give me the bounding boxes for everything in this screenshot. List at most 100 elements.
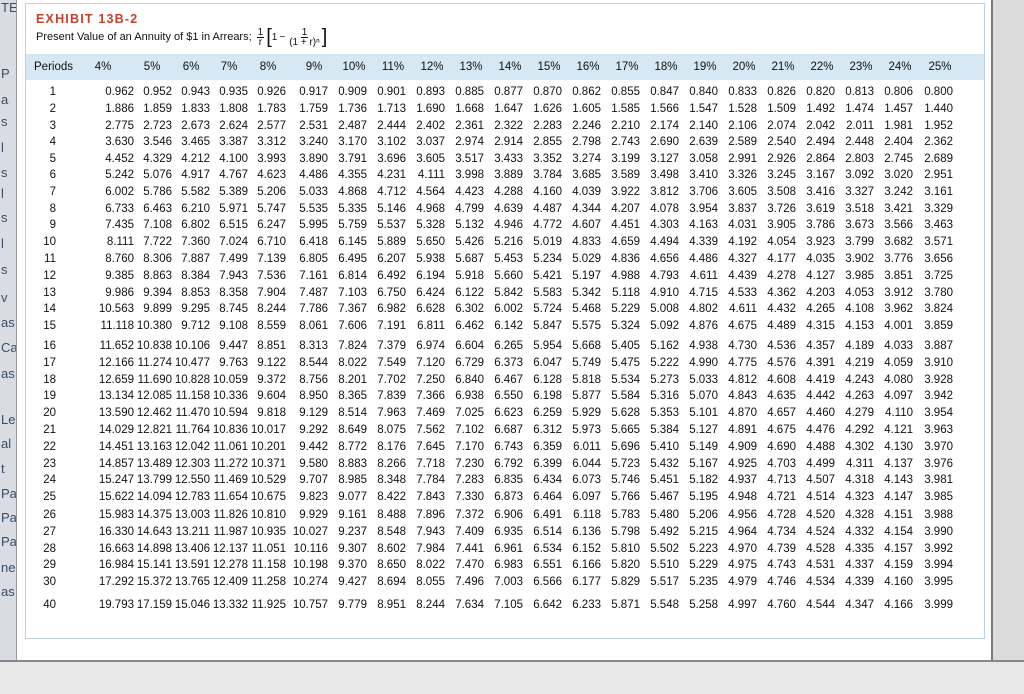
table-cell: 0.847: [650, 86, 679, 98]
rate-header-8pct: 8%: [259, 61, 277, 73]
table-cell: 3.630: [105, 136, 134, 149]
table-cell: 10.828: [174, 373, 210, 386]
table-cell: 0.893: [416, 86, 445, 98]
table-cell: 4.975: [728, 559, 757, 572]
table-cell: 4.937: [728, 474, 757, 487]
exhibit-number: EXHIBIT 13B-2: [36, 12, 139, 26]
formula-numerator: 1: [256, 26, 265, 38]
table-cell: 4.460: [806, 407, 835, 420]
table-cell: 3.274: [572, 153, 601, 166]
table-cell: 3.928: [924, 373, 953, 386]
table-cell: 8.772: [338, 440, 367, 453]
table-cell: 2.011: [846, 119, 874, 132]
table-cell: 4.108: [845, 303, 874, 316]
table-cell: 3.776: [884, 253, 913, 265]
table-cell: 10.594: [212, 407, 248, 420]
table-cell: 0.806: [884, 86, 913, 98]
table-cell: 7.366: [416, 390, 445, 403]
table-cell: 9.447: [219, 340, 248, 352]
table-cell: 3.725: [924, 269, 953, 282]
table-cell: 12.783: [174, 491, 210, 504]
table-cell: 4.487: [533, 202, 562, 215]
table-cell: 2.745: [884, 153, 913, 166]
table-cell: 4.292: [845, 424, 874, 436]
table-cell: 5.786: [143, 185, 172, 198]
table-cell: 11.274: [137, 356, 172, 369]
table-cell: 15.046: [174, 599, 210, 611]
table-cell: 5.766: [611, 491, 640, 504]
table-cell: 0.943: [181, 86, 210, 98]
table-cell: 5.146: [377, 202, 406, 215]
table-cell: 11.118: [100, 320, 134, 333]
table-cell: 4.159: [884, 559, 913, 572]
table-cell: 13.134: [98, 390, 134, 403]
table-cell: 16.663: [98, 542, 134, 555]
table-cell: 11.051: [251, 542, 286, 555]
table-cell: 3.058: [689, 153, 718, 166]
table-cell: 12.085: [136, 390, 172, 403]
table-cell: 5.118: [612, 286, 640, 299]
table-cell: 4.121: [884, 424, 913, 436]
table-cell: 0.855: [611, 86, 640, 98]
table-cell: 10.106: [174, 340, 210, 352]
period-label: 1: [49, 86, 56, 98]
table-cell: 11.690: [137, 373, 172, 386]
table-cell: 2.448: [845, 136, 874, 149]
table-cell: 2.402: [416, 119, 445, 132]
table-cell: 3.902: [845, 253, 874, 265]
table-cell: 6.097: [572, 491, 601, 504]
table-cell: 13.211: [175, 525, 210, 538]
period-label: 16: [43, 340, 56, 352]
table-cell: 7.702: [377, 373, 406, 386]
table-cell: 4.656: [650, 253, 679, 265]
table-cell: 4.335: [845, 542, 874, 555]
table-cell: 6.873: [494, 491, 523, 504]
table-cell: 15.141: [136, 559, 172, 572]
table-cell: 3.812: [650, 185, 679, 198]
table-cell: 5.132: [455, 219, 484, 232]
table-cell: 14.029: [98, 424, 134, 436]
table-cell: 10.757: [292, 599, 328, 611]
table-cell: 8.883: [338, 457, 367, 470]
table-cell: 3.312: [257, 136, 286, 149]
table-cell: 6.743: [494, 440, 523, 453]
table-cell: 5.324: [611, 320, 640, 333]
table-cell: 4.031: [728, 219, 757, 232]
table-cell: 0.909: [338, 86, 367, 98]
table-cell: 4.524: [806, 525, 835, 538]
rate-header-4pct: 4%: [94, 61, 112, 73]
table-cell: 4.870: [728, 407, 757, 420]
table-cell: 13.799: [136, 474, 172, 487]
table-cell: 7.469: [416, 407, 445, 420]
table-cell: 4.734: [767, 525, 796, 538]
exhibit-panel: EXHIBIT 13B-2 Present Value of an Annuit…: [16, 0, 993, 662]
table-cell: 4.746: [767, 576, 796, 589]
table-cell: 5.877: [572, 390, 601, 403]
table-cell: 3.799: [845, 236, 874, 249]
table-cell: 7.470: [455, 559, 484, 572]
table-cell: 7.360: [181, 236, 210, 249]
table-cell: 7.784: [416, 474, 445, 487]
table-cell: 10.838: [136, 340, 172, 352]
table-cell: 3.508: [767, 185, 796, 198]
background-text-fragment: v: [1, 290, 8, 305]
table-cell: 1.457: [884, 102, 913, 115]
table-cell: 1.647: [494, 102, 523, 115]
table-cell: 4.053: [845, 286, 874, 299]
table-cell: 5.421: [533, 269, 562, 282]
table-cell: 12.550: [174, 474, 210, 487]
table-cell: 6.805: [299, 253, 328, 265]
table-cell: 4.177: [767, 253, 796, 265]
formula-fraction-denominator: (1 + r)ⁿ: [289, 36, 320, 48]
table-cell: 4.054: [767, 236, 796, 249]
table-cell: 4.775: [728, 356, 757, 369]
table-cell: 4.151: [884, 509, 913, 521]
table-cell: 9.292: [299, 424, 328, 436]
table-cell: 6.814: [338, 269, 367, 282]
table-cell: 6.983: [494, 559, 523, 572]
table-cell: 5.162: [650, 340, 679, 352]
table-cell: 10.201: [250, 440, 286, 453]
table-cell: 4.793: [650, 269, 679, 282]
table-cell: 12.409: [212, 576, 248, 589]
table-cell: 5.467: [650, 491, 679, 504]
